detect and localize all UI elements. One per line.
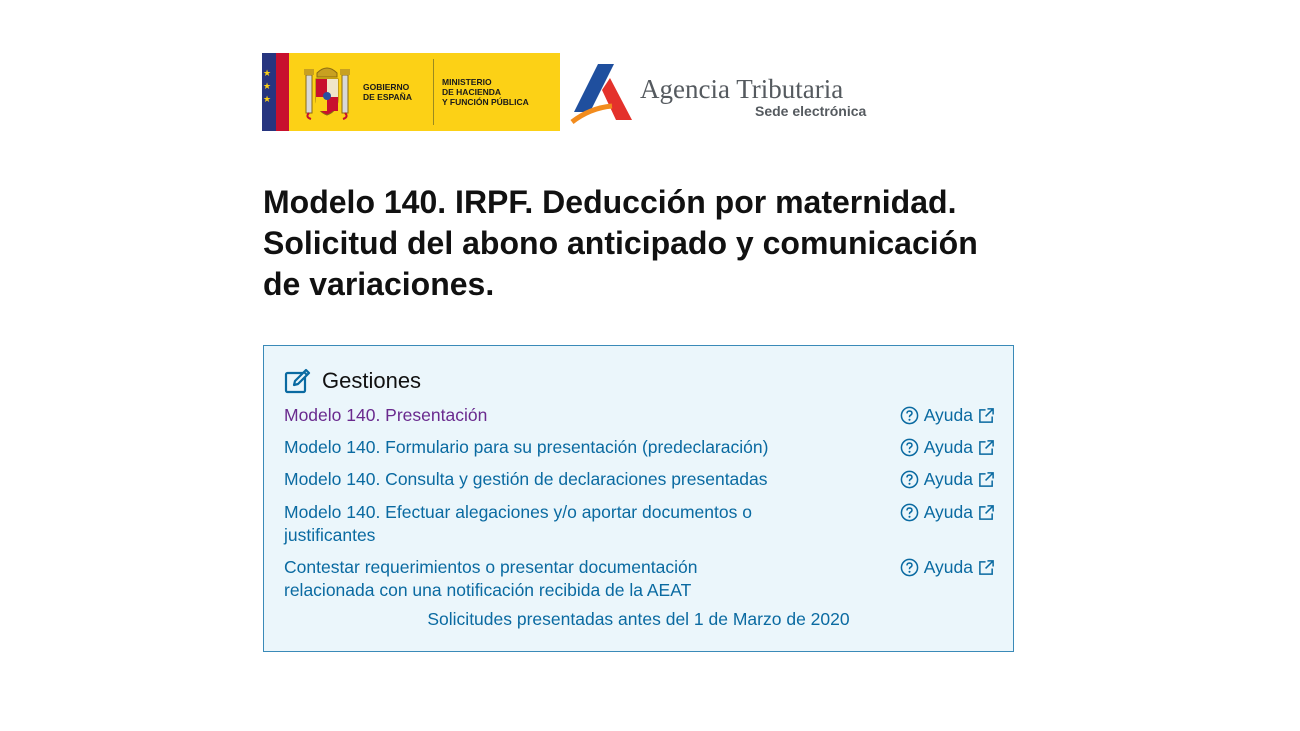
presentacion-link[interactable]: Modelo 140. Presentación (284, 404, 844, 427)
external-link-icon (979, 440, 994, 455)
gobierno-logo[interactable]: ★ ★ ★ GOBIERNO DE ESPAÑA MINISTERIO DE HAC… (262, 53, 560, 131)
external-link-icon (979, 408, 994, 423)
alegaciones-link[interactable]: Modelo 140. Efectuar alegaciones y/o apo… (284, 501, 844, 547)
gobierno-text: GOBIERNO DE ESPAÑA (363, 82, 412, 102)
requerimientos-link[interactable]: Contestar requerimientos o presentar doc… (284, 556, 754, 602)
help-label: Ayuda (923, 405, 973, 425)
edit-icon (284, 368, 311, 394)
aeat-logo-icon (570, 64, 632, 124)
eu-flag-strip: ★ ★ ★ (262, 53, 276, 131)
help-link[interactable]: Ayuda (900, 468, 995, 491)
panel-header: Gestiones (284, 367, 421, 395)
coat-of-arms-icon (297, 53, 357, 131)
agencia-tributaria-logo[interactable]: Agencia Tributaria Sede electrónica (570, 60, 880, 126)
help-circle-icon (900, 406, 919, 425)
solicitudes-anteriores-link[interactable]: Solicitudes presentadas antes del 1 de M… (264, 609, 1013, 630)
help-circle-icon (900, 470, 919, 489)
formulario-link[interactable]: Modelo 140. Formulario para su presentac… (284, 436, 844, 459)
help-circle-icon (900, 558, 919, 577)
external-link-icon (979, 560, 994, 575)
help-link[interactable]: Ayuda (900, 556, 995, 579)
consulta-link[interactable]: Modelo 140. Consulta y gestión de declar… (284, 468, 844, 491)
help-link[interactable]: Ayuda (900, 436, 995, 459)
panel-title: Gestiones (322, 368, 422, 393)
help-link[interactable]: Ayuda (900, 404, 995, 427)
help-link[interactable]: Ayuda (900, 501, 995, 524)
help-circle-icon (900, 503, 919, 522)
help-label: Ayuda (923, 557, 973, 577)
help-label: Ayuda (923, 469, 973, 489)
ministerio-text: MINISTERIO DE HACIENDA Y FUNCIÓN PÚBLICA (442, 77, 529, 107)
agency-name: Agencia Tributaria (640, 74, 844, 104)
help-label: Ayuda (923, 437, 973, 457)
help-circle-icon (900, 438, 919, 457)
page-title: Modelo 140. IRPF. Deducción por maternid… (263, 184, 978, 302)
help-label: Ayuda (923, 502, 973, 522)
agency-subtitle: Sede electrónica (755, 103, 867, 119)
external-link-icon (979, 472, 994, 487)
external-link-icon (979, 505, 994, 520)
gestiones-panel: Gestiones Modelo 140. Presentación Ayuda… (263, 345, 1014, 652)
